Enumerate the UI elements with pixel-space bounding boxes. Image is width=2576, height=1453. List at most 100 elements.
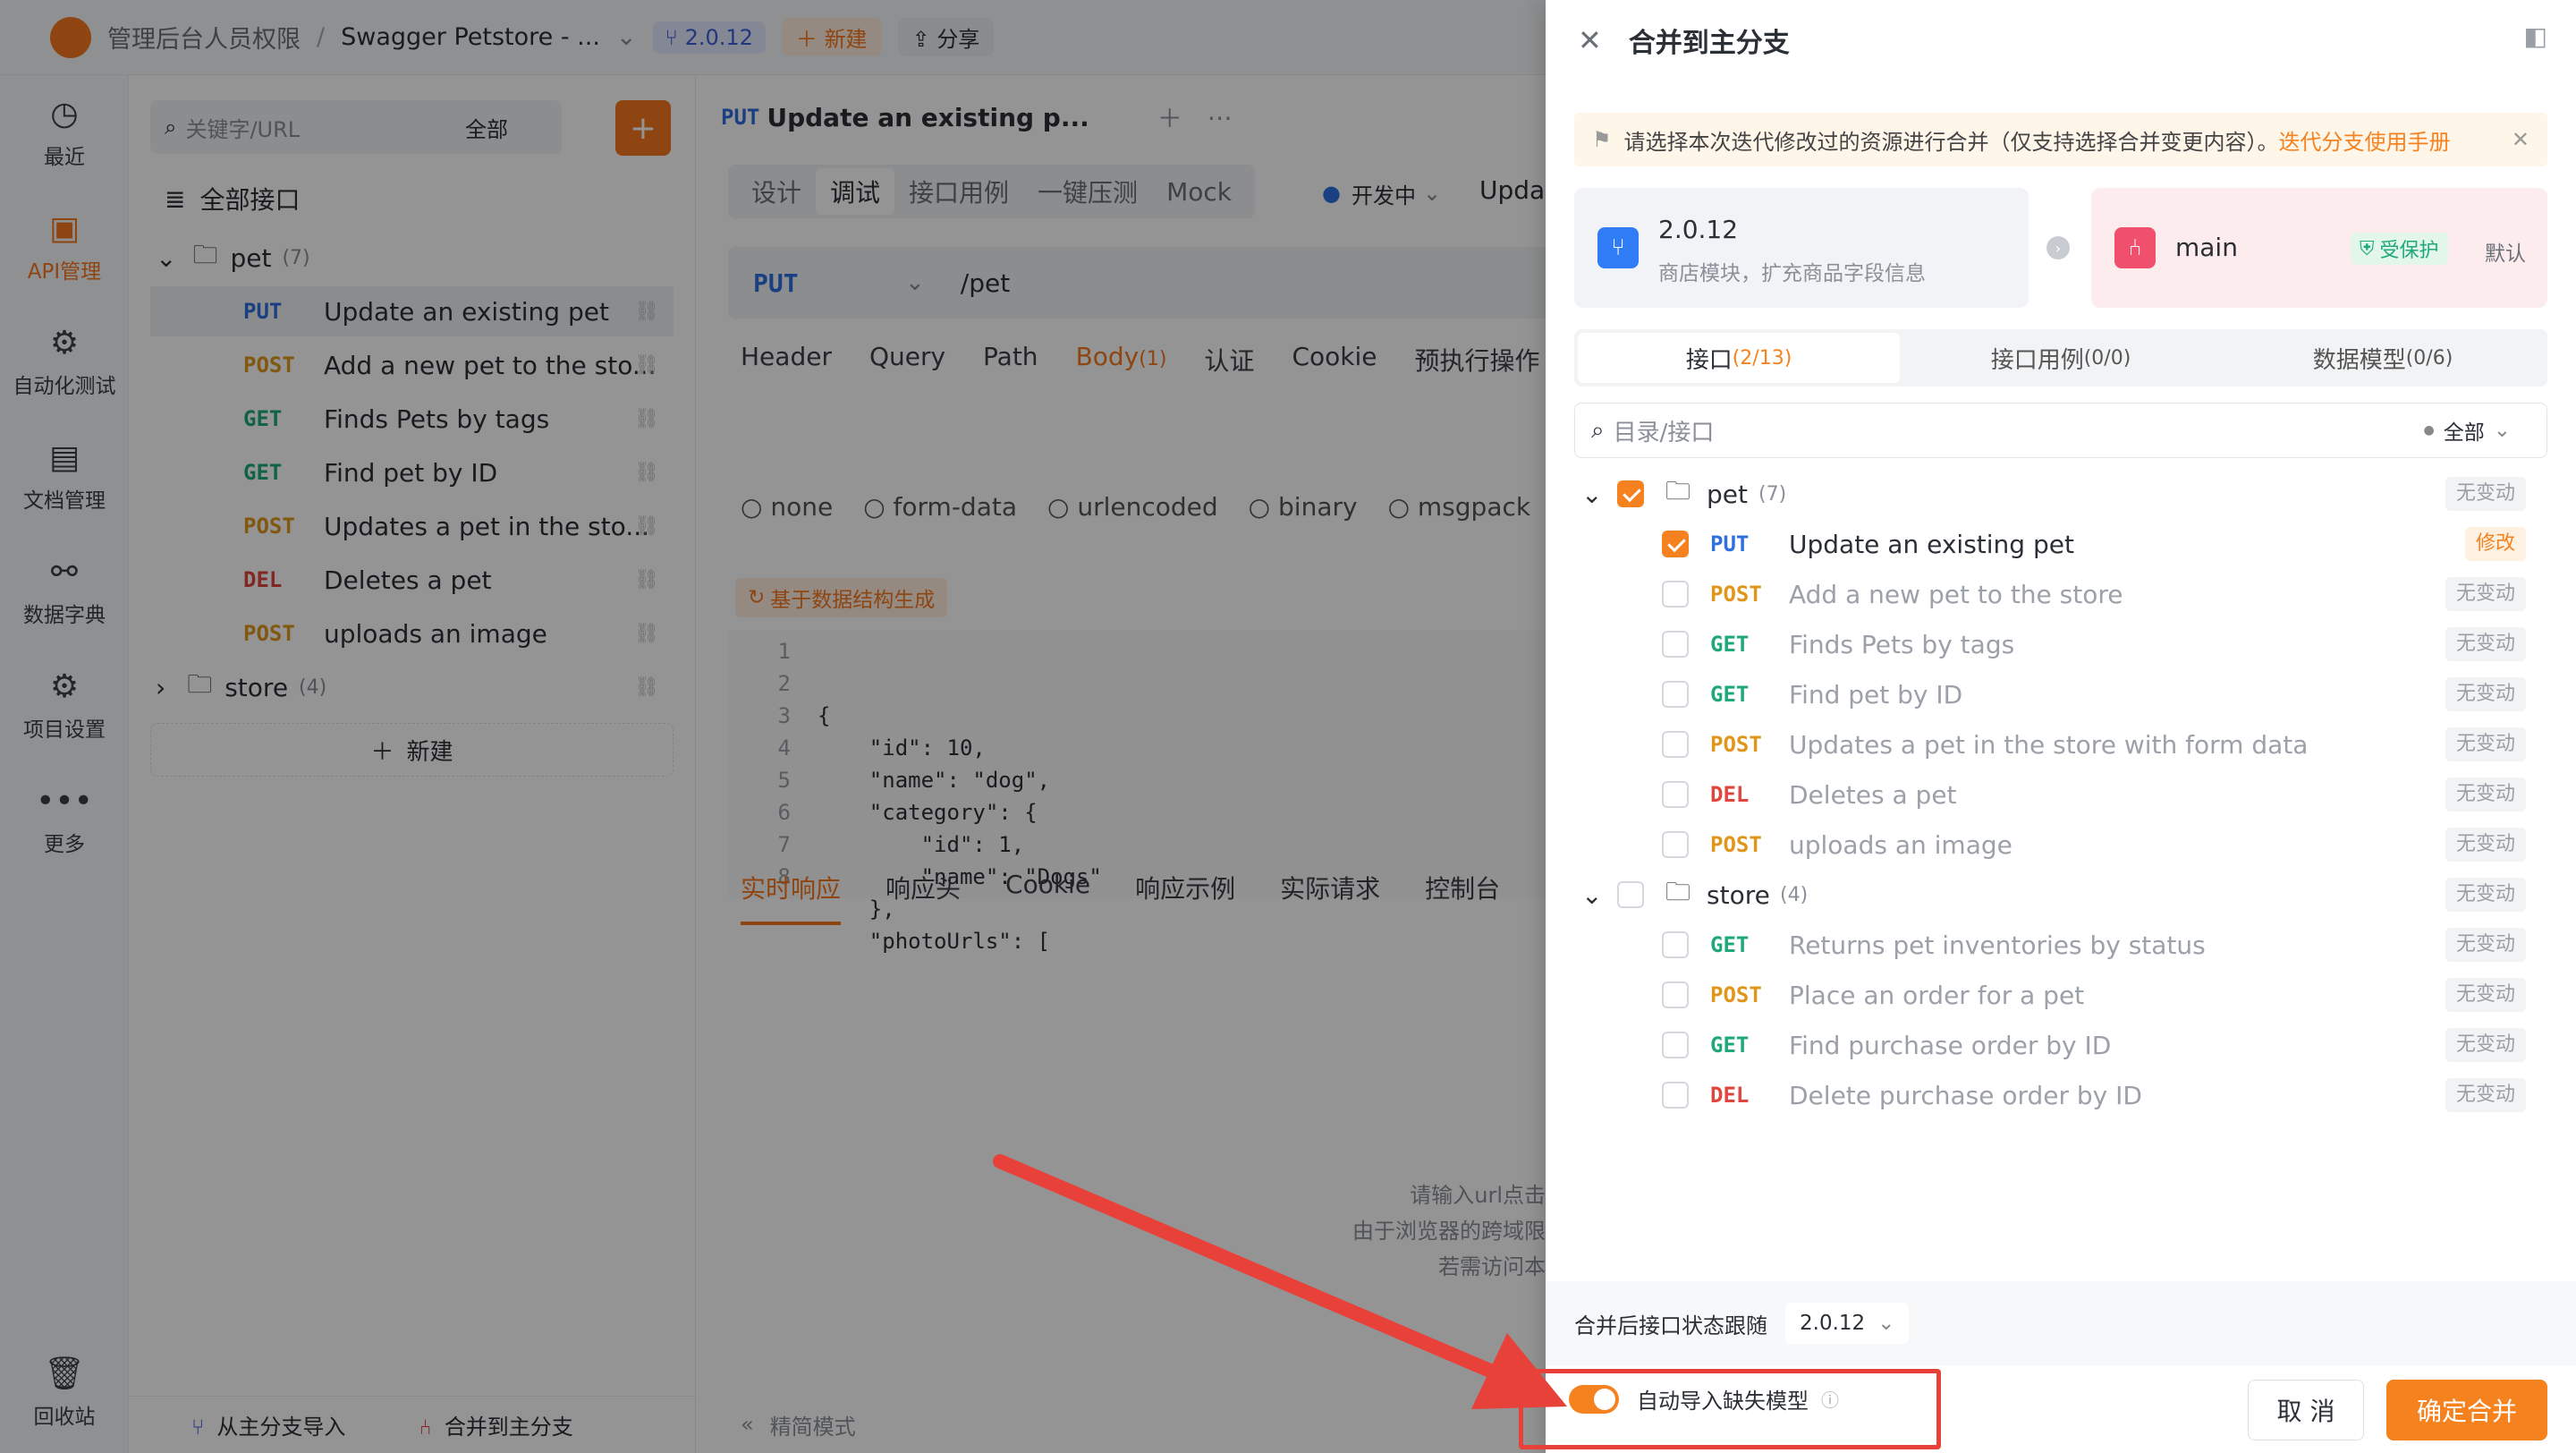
api-name: Update an existing pet bbox=[1789, 529, 2074, 559]
method-badge: PUT bbox=[1710, 531, 1750, 557]
notice-link[interactable]: 迭代分支使用手册 bbox=[2279, 124, 2451, 156]
list-item[interactable]: GET Find purchase order by ID 无变动 bbox=[1546, 1020, 2576, 1070]
method-badge: GET bbox=[1710, 1032, 1750, 1058]
search-icon: ⌕ bbox=[1591, 416, 1605, 444]
item-checkbox[interactable] bbox=[1662, 581, 1689, 608]
folder-count: (4) bbox=[1780, 883, 1809, 906]
item-checkbox[interactable] bbox=[1662, 631, 1689, 658]
folder-name: store bbox=[1707, 879, 1770, 910]
protected-badge: ⛨ 受保护 bbox=[2351, 233, 2448, 265]
status-badge: 无变动 bbox=[2445, 627, 2526, 661]
list-item[interactable]: POST uploads an image 无变动 bbox=[1546, 820, 2576, 870]
drawer-filter[interactable]: ● 全部 ⌄ bbox=[2424, 415, 2512, 446]
default-badge: 默认 bbox=[2485, 242, 2526, 266]
shield-icon: ⛨ bbox=[2360, 237, 2375, 260]
list-item[interactable]: DEL Delete purchase order by ID 无变动 bbox=[1546, 1070, 2576, 1120]
arrow-right-icon: › bbox=[2046, 236, 2070, 259]
confirm-label: 确定合并 bbox=[2416, 1397, 2517, 1426]
status-badge: 修改 bbox=[2464, 527, 2526, 561]
list-item[interactable]: POST Add a new pet to the store 无变动 bbox=[1546, 569, 2576, 619]
chevron-down-icon[interactable]: ⌄ bbox=[1581, 880, 1602, 910]
item-checkbox[interactable] bbox=[1662, 531, 1689, 557]
notice-text: 请选择本次迭代修改过的资源进行合并（仅支持选择合并变更内容）。 bbox=[1623, 129, 2279, 155]
chevron-down-icon: ⌄ bbox=[2493, 419, 2511, 442]
chevron-down-icon: ⌄ bbox=[1877, 1312, 1895, 1335]
folder-checkbox[interactable] bbox=[1617, 881, 1644, 908]
close-icon[interactable]: ✕ bbox=[1578, 23, 1602, 57]
tab-data-models[interactable]: 数据模型 (0/6) bbox=[2222, 333, 2544, 383]
item-checkbox[interactable] bbox=[1662, 1082, 1689, 1109]
api-name: Updates a pet in the store with form dat… bbox=[1789, 729, 2309, 760]
list-item[interactable]: GET Returns pet inventories by status 无变动 bbox=[1546, 920, 2576, 970]
list-item[interactable]: POST Place an order for a pet 无变动 bbox=[1546, 970, 2576, 1020]
status-badge: 无变动 bbox=[2445, 477, 2526, 511]
drawer-search[interactable]: ⌕ 目录/接口 ● 全部 ⌄ bbox=[1574, 403, 2547, 458]
item-checkbox[interactable] bbox=[1662, 681, 1689, 708]
filter-label: 全部 bbox=[2443, 421, 2485, 445]
annotation-arrow bbox=[993, 1154, 1567, 1409]
item-checkbox[interactable] bbox=[1662, 831, 1689, 858]
highlight-box bbox=[1519, 1369, 1941, 1449]
api-name: Deletes a pet bbox=[1789, 779, 1957, 810]
tab-apis[interactable]: 接口 (2/13) bbox=[1578, 333, 1900, 383]
api-name: Finds Pets by tags bbox=[1789, 629, 2015, 659]
flag-icon: ⚑ bbox=[1592, 127, 1612, 152]
tab-label: 数据模型 bbox=[2312, 346, 2406, 374]
tab-api-cases[interactable]: 接口用例 (0/0) bbox=[1900, 333, 2222, 383]
drawer-title: 合并到主分支 bbox=[1628, 28, 1790, 59]
folder-icon: 🗀 bbox=[1665, 877, 1691, 906]
list-item[interactable]: GET Finds Pets by tags 无变动 bbox=[1546, 619, 2576, 669]
protected-label: 受保护 bbox=[2379, 240, 2439, 262]
method-badge: POST bbox=[1710, 732, 1762, 757]
method-badge: DEL bbox=[1710, 1083, 1750, 1108]
tab-count: (0/6) bbox=[2405, 346, 2453, 370]
status-badge: 无变动 bbox=[2445, 928, 2526, 962]
target-branch-card: ⑃ main ⛨ 受保护 默认 bbox=[2091, 188, 2547, 308]
method-badge: DEL bbox=[1710, 782, 1750, 807]
drawer-tabs: 接口 (2/13) 接口用例 (0/0) 数据模型 (0/6) bbox=[1574, 329, 2547, 387]
follow-select[interactable]: 2.0.12 ⌄ bbox=[1785, 1303, 1910, 1344]
follow-value: 2.0.12 bbox=[1800, 1312, 1866, 1335]
list-folder-pet[interactable]: ⌄ 🗀 pet (7) 无变动 bbox=[1546, 469, 2576, 519]
item-checkbox[interactable] bbox=[1662, 731, 1689, 758]
tab-count: (2/13) bbox=[1732, 346, 1792, 370]
item-checkbox[interactable] bbox=[1662, 781, 1689, 808]
item-checkbox[interactable] bbox=[1662, 931, 1689, 958]
drawer-header: ✕ 合并到主分支 bbox=[1578, 18, 1790, 63]
follow-bar: 合并后接口状态跟随 2.0.12 ⌄ bbox=[1546, 1281, 2576, 1365]
method-badge: POST bbox=[1710, 832, 1762, 857]
status-badge: 无变动 bbox=[2445, 577, 2526, 611]
merge-drawer: ✕ 合并到主分支 ◧ ⚑ 请选择本次迭代修改过的资源进行合并（仅支持选择合并变更… bbox=[1546, 0, 2576, 1453]
status-badge: 无变动 bbox=[2445, 978, 2526, 1012]
folder-count: (7) bbox=[1758, 482, 1787, 506]
notice-banner: ⚑ 请选择本次迭代修改过的资源进行合并（仅支持选择合并变更内容）。 迭代分支使用… bbox=[1574, 113, 2547, 166]
list-folder-store[interactable]: ⌄ 🗀 store (4) 无变动 bbox=[1546, 870, 2576, 920]
status-badge: 无变动 bbox=[2445, 878, 2526, 912]
source-branch-card: ⑂ 2.0.12 商店模块，扩充商品字段信息 bbox=[1574, 188, 2029, 308]
status-badge: 无变动 bbox=[2445, 727, 2526, 761]
list-item[interactable]: PUT Update an existing pet 修改 bbox=[1546, 519, 2576, 569]
source-branch-name: 2.0.12 bbox=[1658, 215, 1739, 244]
status-badge: 无变动 bbox=[2445, 1028, 2526, 1062]
cancel-button[interactable]: 取 消 bbox=[2248, 1380, 2364, 1440]
list-item[interactable]: GET Find pet by ID 无变动 bbox=[1546, 669, 2576, 719]
confirm-merge-button[interactable]: 确定合并 bbox=[2386, 1380, 2547, 1440]
target-branch-name: main bbox=[2175, 233, 2238, 262]
tab-label: 接口 bbox=[1685, 346, 1733, 374]
item-checkbox[interactable] bbox=[1662, 981, 1689, 1008]
list-item[interactable]: POST Updates a pet in the store with form… bbox=[1546, 719, 2576, 769]
status-badge: 无变动 bbox=[2445, 677, 2526, 711]
follow-label: 合并后接口状态跟随 bbox=[1574, 1313, 1767, 1338]
folder-icon: 🗀 bbox=[1665, 476, 1691, 506]
api-name: uploads an image bbox=[1789, 829, 2012, 860]
chevron-down-icon[interactable]: ⌄ bbox=[1581, 480, 1602, 509]
list-item[interactable]: DEL Deletes a pet 无变动 bbox=[1546, 769, 2576, 820]
item-checkbox[interactable] bbox=[1662, 1032, 1689, 1058]
close-icon[interactable]: ✕ bbox=[2512, 127, 2529, 152]
tab-count: (0/0) bbox=[2083, 346, 2131, 370]
status-badge: 无变动 bbox=[2445, 828, 2526, 862]
folder-checkbox[interactable] bbox=[1617, 480, 1644, 507]
branch-icon: ⑂ bbox=[1597, 227, 1639, 268]
api-name: Find pet by ID bbox=[1789, 679, 1963, 710]
sidebar-toggle-icon[interactable]: ◧ bbox=[2524, 21, 2547, 51]
